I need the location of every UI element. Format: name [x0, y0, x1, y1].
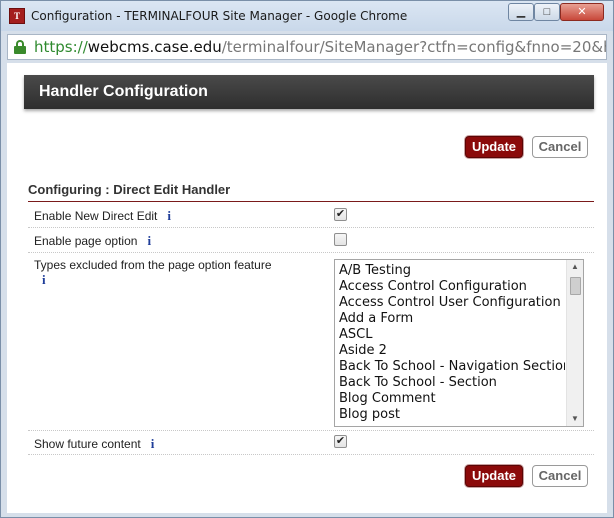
- url-path: /terminalfour/SiteManager?ctfn=config&fn…: [221, 38, 607, 56]
- list-item[interactable]: Add a Form: [339, 311, 565, 327]
- update-button-top[interactable]: Update: [465, 136, 523, 158]
- url-host: webcms.case.edu: [87, 38, 222, 56]
- list-item[interactable]: A/B Testing: [339, 263, 565, 279]
- url-text[interactable]: https://webcms.case.edu/terminalfour/Sit…: [34, 38, 607, 56]
- list-item[interactable]: ASCL: [339, 327, 565, 343]
- list-item[interactable]: Blog Comment: [339, 391, 565, 407]
- row-enable-page-option: Enable page option i: [28, 228, 594, 253]
- row-show-future-content: Show future content i ✔: [28, 431, 594, 455]
- dialog-header: Handler Configuration: [24, 75, 594, 109]
- address-bar[interactable]: https://webcms.case.edu/terminalfour/Sit…: [7, 34, 607, 60]
- types-excluded-label: Types excluded from the page option feat…: [34, 258, 272, 288]
- row-types-excluded: Types excluded from the page option feat…: [28, 253, 594, 431]
- browser-window: T Configuration - TERMINALFOUR Site Mana…: [0, 0, 614, 518]
- list-item[interactable]: Back To School - Section: [339, 375, 565, 391]
- listbox-scrollbar[interactable]: ▲ ▼: [566, 260, 583, 426]
- close-window-button[interactable]: ✕: [560, 3, 604, 21]
- cancel-button-bottom[interactable]: Cancel: [532, 465, 588, 487]
- scroll-thumb[interactable]: [570, 277, 581, 295]
- show-future-content-label: Show future content i: [34, 436, 155, 452]
- list-item[interactable]: Aside 2: [339, 343, 565, 359]
- title-bar[interactable]: T Configuration - TERMINALFOUR Site Mana…: [1, 1, 613, 31]
- cancel-button-top[interactable]: Cancel: [532, 136, 588, 158]
- maximize-button[interactable]: □: [534, 3, 560, 21]
- minimize-button[interactable]: ▁: [508, 3, 534, 21]
- list-item[interactable]: Blog post: [339, 407, 565, 423]
- section-divider: [28, 201, 594, 202]
- list-item[interactable]: Access Control Configuration: [339, 279, 565, 295]
- enable-direct-edit-label: Enable New Direct Edit i: [34, 208, 172, 224]
- window-title: Configuration - TERMINALFOUR Site Manage…: [31, 9, 408, 23]
- scroll-down-arrow-icon[interactable]: ▼: [567, 412, 583, 426]
- row-enable-direct-edit: Enable New Direct Edit i ✔: [28, 203, 594, 228]
- info-icon[interactable]: i: [151, 436, 155, 452]
- listbox-items: A/B Testing Access Control Configuration A…: [339, 263, 565, 423]
- dialog-content: Handler Configuration Update Cancel Conf…: [7, 63, 607, 513]
- list-item[interactable]: Access Control User Configuration (Ac: [339, 295, 565, 311]
- terminalfour-app-icon: T: [9, 8, 25, 24]
- enable-page-option-checkbox[interactable]: [334, 233, 347, 246]
- page-title: Handler Configuration: [39, 83, 208, 100]
- show-future-content-checkbox[interactable]: ✔: [334, 435, 347, 448]
- update-button-bottom[interactable]: Update: [465, 465, 523, 487]
- lock-icon: [14, 40, 26, 54]
- info-icon[interactable]: i: [42, 272, 46, 288]
- info-icon[interactable]: i: [167, 208, 171, 224]
- info-icon[interactable]: i: [147, 233, 151, 249]
- enable-page-option-label: Enable page option i: [34, 233, 152, 249]
- section-title: Configuring : Direct Edit Handler: [28, 182, 231, 197]
- scroll-up-arrow-icon[interactable]: ▲: [567, 260, 583, 274]
- list-item[interactable]: Back To School - Navigation Section: [339, 359, 565, 375]
- url-scheme: https://: [34, 38, 88, 56]
- types-excluded-listbox[interactable]: A/B Testing Access Control Configuration A…: [334, 259, 584, 427]
- enable-direct-edit-checkbox[interactable]: ✔: [334, 208, 347, 221]
